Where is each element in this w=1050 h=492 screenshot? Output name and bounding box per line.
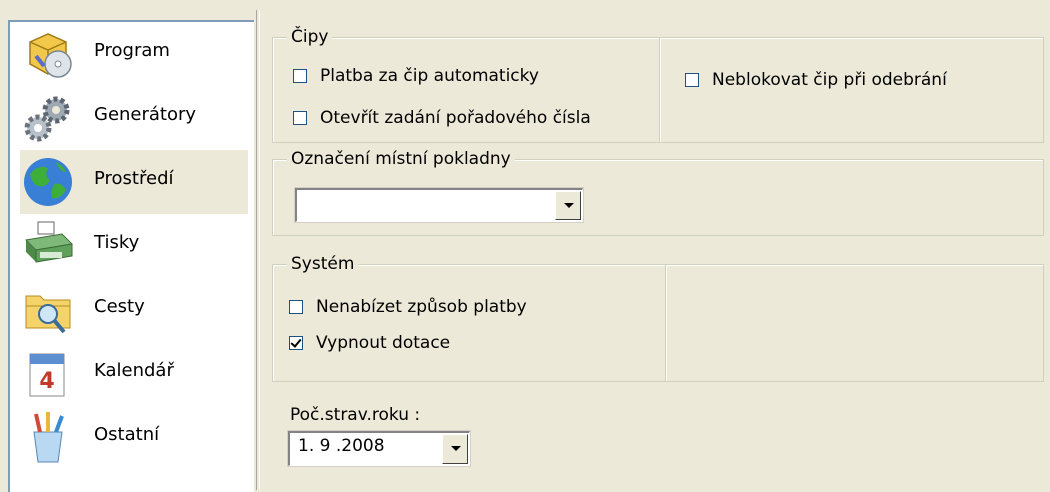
open-order-number-checkbox[interactable]: Otevřít zadání pořadového čísla bbox=[293, 106, 591, 130]
checkbox-label: Platba za čip automaticky bbox=[320, 66, 539, 86]
nav-item-prostredi[interactable]: Prostředí bbox=[20, 150, 248, 214]
checkbox-box[interactable] bbox=[293, 69, 307, 83]
chips-group: Čipy Platba za čip automaticky Otevřít z… bbox=[272, 26, 1044, 143]
checkbox-label: Vypnout dotace bbox=[316, 333, 451, 353]
nav-item-label: Cesty bbox=[94, 296, 145, 317]
auto-payment-checkbox[interactable]: Platba za čip automaticky bbox=[293, 64, 539, 88]
nav-item-label: Kalendář bbox=[94, 360, 174, 381]
combobox-value: 1. 9 .2008 bbox=[298, 436, 385, 456]
nav-item-label: Prostředí bbox=[94, 168, 174, 189]
no-block-on-removal-checkbox[interactable]: Neblokovat čip při odebrání bbox=[685, 68, 947, 92]
globe-icon bbox=[24, 158, 72, 206]
program-icon bbox=[29, 33, 72, 78]
nav-item-tisky[interactable]: Tisky bbox=[20, 214, 248, 278]
nav-item-label: Program bbox=[94, 40, 170, 61]
folder-search-icon bbox=[25, 295, 71, 334]
splitter[interactable] bbox=[256, 10, 260, 490]
nav-item-label: Ostatní bbox=[94, 424, 160, 445]
chevron-down-icon[interactable] bbox=[442, 434, 468, 464]
nav-item-cesty[interactable]: Cesty bbox=[20, 278, 248, 342]
nav-item-ostatni[interactable]: Ostatní bbox=[20, 406, 248, 470]
checkbox-box[interactable] bbox=[289, 300, 303, 314]
nav-item-program[interactable]: Program bbox=[20, 22, 248, 86]
nav-item-label: Generátory bbox=[94, 104, 197, 125]
checkbox-label: Nenabízet způsob platby bbox=[316, 297, 527, 317]
checkbox-box[interactable] bbox=[293, 111, 307, 125]
group-divider bbox=[659, 38, 661, 142]
group-divider bbox=[665, 265, 667, 381]
no-payment-method-checkbox[interactable]: Nenabízet způsob platby bbox=[289, 295, 527, 319]
svg-text:4: 4 bbox=[39, 369, 54, 394]
chevron-down-icon[interactable] bbox=[555, 191, 581, 220]
checkbox-box[interactable] bbox=[289, 336, 303, 350]
system-group: Systém Nenabízet způsob platby Vypnout d… bbox=[272, 253, 1044, 382]
year-start-combobox[interactable]: 1. 9 .2008 bbox=[287, 430, 471, 467]
checkbox-label: Otevřít zadání pořadového čísla bbox=[320, 108, 591, 128]
checkbox-box[interactable] bbox=[685, 73, 699, 87]
cash-register-group: Označení místní pokladny bbox=[272, 148, 1044, 236]
calendar-icon: 4 bbox=[29, 353, 65, 397]
gears-icon bbox=[24, 96, 70, 142]
printer-icon bbox=[24, 221, 74, 263]
disable-subsidies-checkbox[interactable]: Vypnout dotace bbox=[289, 331, 450, 355]
group-title: Systém bbox=[287, 253, 359, 275]
group-title: Označení místní pokladny bbox=[287, 148, 515, 170]
year-start-label: Poč.strav.roku : bbox=[290, 405, 421, 425]
settings-category-list: Program Generátory Prostředí Tisky Cesty… bbox=[8, 20, 254, 492]
checkbox-label: Neblokovat čip při odebrání bbox=[712, 70, 947, 90]
nav-item-kalendar[interactable]: 4 Kalendář bbox=[20, 342, 248, 406]
group-title: Čipy bbox=[287, 26, 333, 48]
cash-register-combobox[interactable] bbox=[294, 187, 584, 223]
nav-item-generatory[interactable]: Generátory bbox=[20, 86, 248, 150]
nav-item-label: Tisky bbox=[94, 232, 140, 253]
brushes-icon bbox=[33, 412, 64, 463]
